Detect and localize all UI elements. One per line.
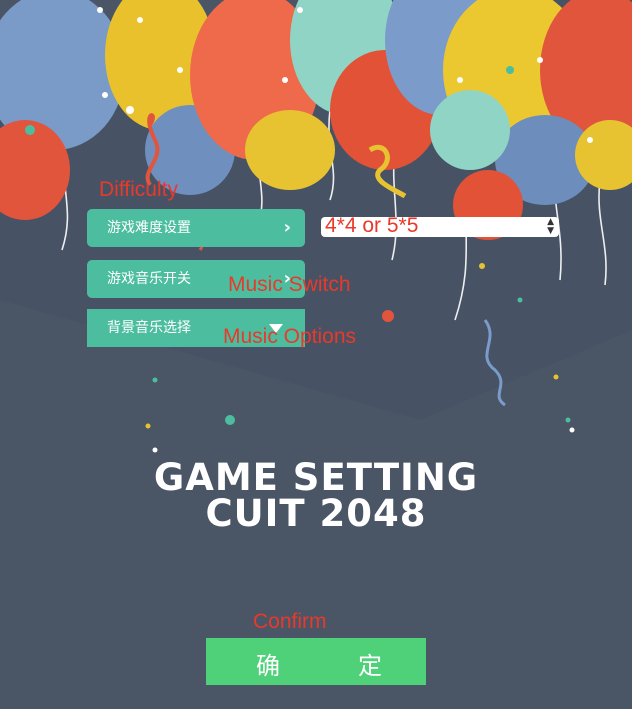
music-switch-annotation: Music Switch bbox=[228, 273, 351, 296]
board-size-select[interactable]: 4*4 or 5*5 ▲ ▼ bbox=[321, 214, 559, 237]
music-switch-label: 游戏音乐开关 bbox=[107, 271, 191, 287]
difficulty-annotation: Difficulty bbox=[99, 178, 178, 201]
title-line-2: CUIT 2048 bbox=[205, 492, 427, 535]
confirm-annotation: Confirm bbox=[253, 610, 327, 633]
select-arrows-icon: ▲ ▼ bbox=[547, 217, 554, 236]
chevron-right-icon: › bbox=[283, 217, 291, 238]
board-size-selected-value: 4*4 or 5*5 bbox=[325, 214, 419, 237]
confirm-char-2: 定 bbox=[358, 652, 382, 680]
confirm-button[interactable]: 确 定 bbox=[206, 638, 426, 685]
music-select-label: 背景音乐选择 bbox=[107, 320, 191, 336]
game-settings-screen: Difficulty 游戏难度设置 › 4*4 or 5*5 ▲ ▼ 游戏音乐开关… bbox=[0, 0, 632, 709]
difficulty-setting-button[interactable]: 游戏难度设置 › bbox=[87, 209, 305, 247]
music-options-annotation: Music Options bbox=[223, 325, 357, 348]
confirm-char-1: 确 bbox=[256, 652, 280, 680]
difficulty-setting-label: 游戏难度设置 bbox=[107, 220, 191, 236]
balloons-background bbox=[0, 0, 632, 453]
